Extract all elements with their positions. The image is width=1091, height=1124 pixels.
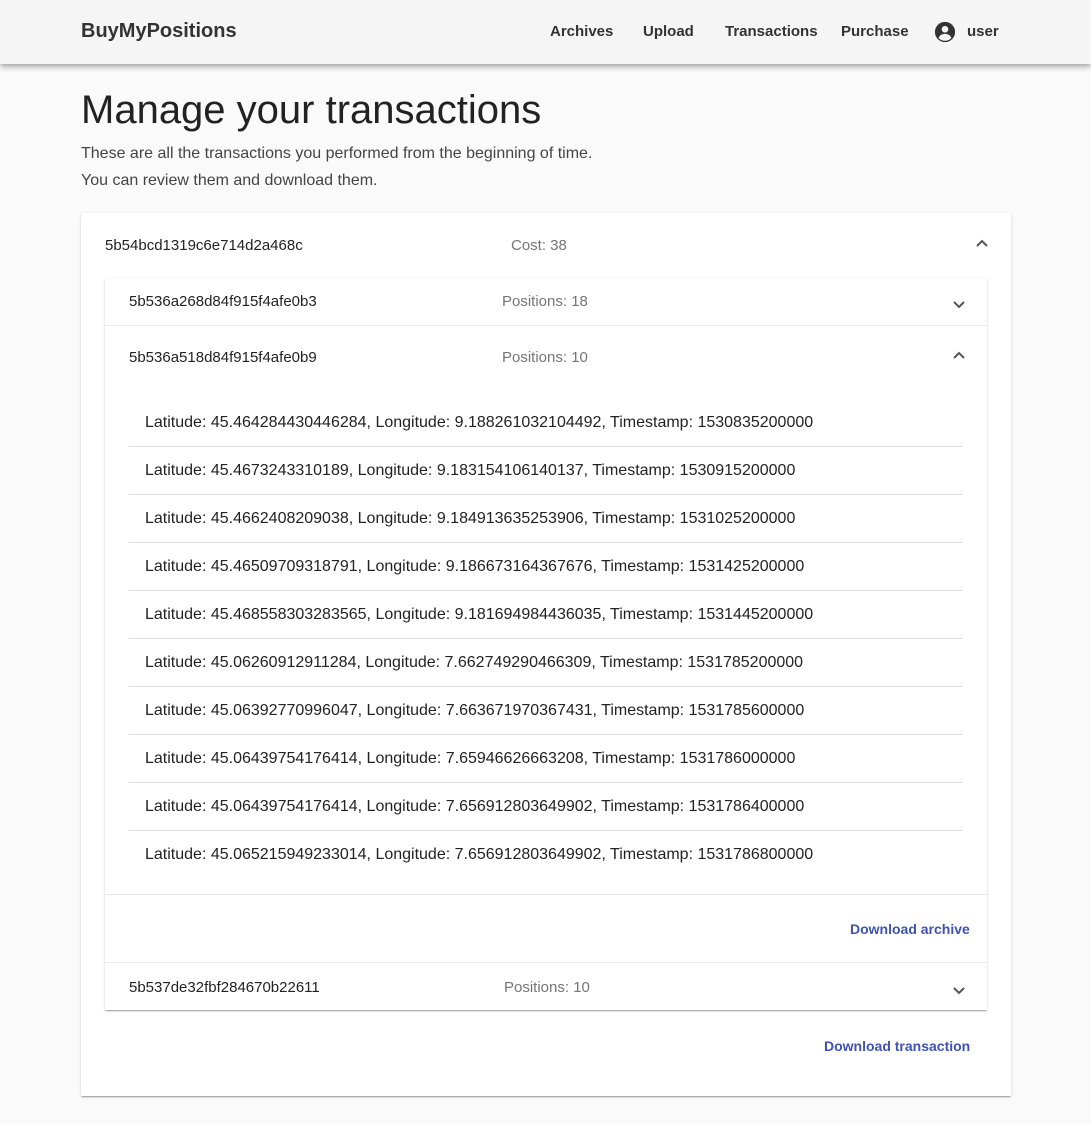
position-row: Latitude: 45.06439754176414, Longitude: … [129, 735, 963, 783]
nav-transactions[interactable]: Transactions [725, 23, 818, 40]
user-menu-label[interactable]: user [967, 23, 999, 40]
position-row: Latitude: 45.46509709318791, Longitude: … [129, 543, 963, 591]
transaction-panel: 5b54bcd1319c6e714d2a468c Cost: 38 5b536a… [81, 213, 1011, 1096]
transaction-id: 5b54bcd1319c6e714d2a468c [105, 237, 303, 254]
nav-purchase[interactable]: Purchase [841, 23, 909, 40]
archive-header[interactable]: 5b537de32fbf284670b22611 Positions: 10 [105, 963, 987, 1010]
position-row: Latitude: 45.06439754176414, Longitude: … [129, 783, 963, 831]
archive-header[interactable]: 5b536a268d84f915f4afe0b3 Positions: 18 [105, 278, 987, 325]
archive-id: 5b536a518d84f915f4afe0b9 [129, 349, 317, 366]
position-row: Latitude: 45.468558303283565, Longitude:… [129, 591, 963, 639]
position-row: Latitude: 45.4662408209038, Longitude: 9… [129, 495, 963, 543]
position-row: Latitude: 45.06260912911284, Longitude: … [129, 639, 963, 687]
intro-line-1: These are all the transactions you perfo… [81, 145, 593, 162]
position-row: Latitude: 45.4673243310189, Longitude: 9… [129, 447, 963, 495]
transaction-cost: Cost: 38 [511, 237, 567, 254]
top-toolbar: BuyMyPositions Archives Upload Transacti… [0, 0, 1091, 64]
archive-list: 5b536a268d84f915f4afe0b3 Positions: 18 5… [105, 278, 987, 1010]
divider [105, 894, 987, 895]
account-circle-icon[interactable] [934, 21, 956, 43]
position-row: Latitude: 45.464284430446284, Longitude:… [129, 399, 963, 447]
chevron-up-icon[interactable] [975, 236, 989, 250]
chevron-down-icon[interactable] [952, 298, 966, 312]
app-brand[interactable]: BuyMyPositions [81, 20, 237, 43]
archive-positions-count: Positions: 10 [504, 979, 590, 996]
download-transaction-button[interactable]: Download transaction [824, 1038, 970, 1054]
archive-positions-count: Positions: 10 [502, 349, 588, 366]
archive-positions-count: Positions: 18 [502, 293, 588, 310]
chevron-down-icon[interactable] [952, 984, 966, 998]
intro-line-2: You can review them and download them. [81, 172, 378, 189]
page-title: Manage your transactions [81, 88, 542, 132]
position-row: Latitude: 45.065215949233014, Longitude:… [145, 846, 814, 863]
nav-upload[interactable]: Upload [643, 23, 694, 40]
transaction-header[interactable]: 5b54bcd1319c6e714d2a468c Cost: 38 [81, 213, 1011, 277]
archive-id: 5b537de32fbf284670b22611 [129, 979, 320, 996]
nav-archives[interactable]: Archives [550, 23, 613, 40]
position-row: Latitude: 45.06392770996047, Longitude: … [129, 687, 963, 735]
archive-id: 5b536a268d84f915f4afe0b3 [129, 293, 317, 310]
chevron-up-icon[interactable] [952, 348, 966, 362]
archive-header[interactable]: 5b536a518d84f915f4afe0b9 Positions: 10 [105, 326, 987, 386]
download-archive-button[interactable]: Download archive [850, 921, 970, 937]
